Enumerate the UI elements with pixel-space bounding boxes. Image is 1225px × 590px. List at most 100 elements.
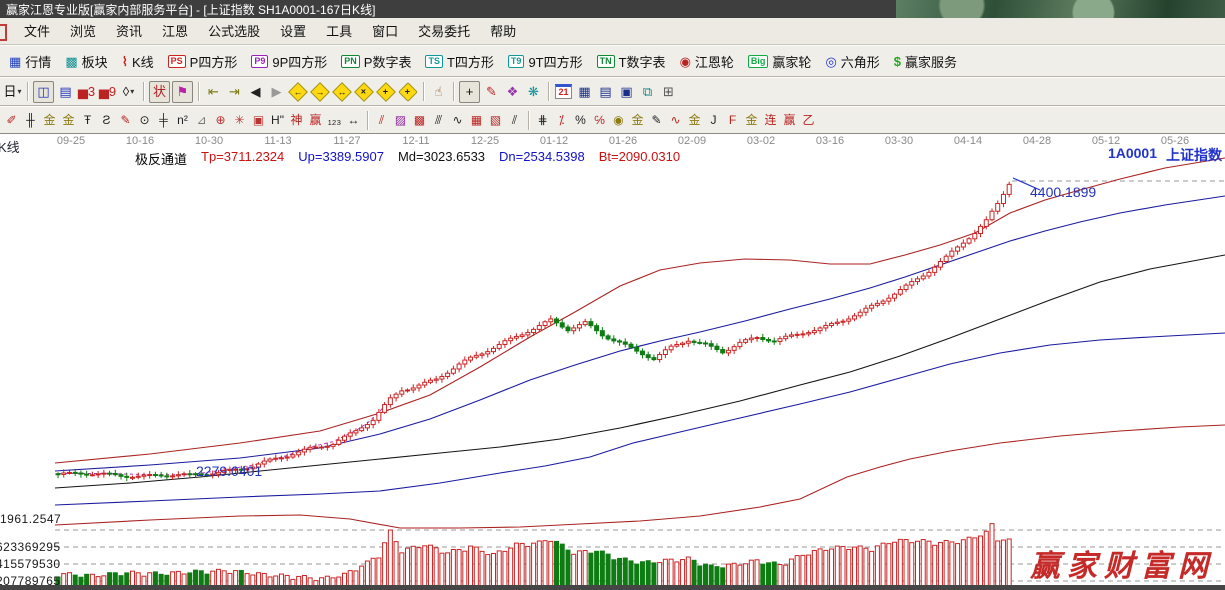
hand-tool-icon[interactable]: ☝ [429, 82, 448, 102]
expand-all-icon[interactable]: + [376, 81, 396, 102]
gann-box-icon[interactable]: ▨ [392, 110, 409, 130]
j-angle-icon[interactable]: J [705, 110, 722, 130]
toolbar-button-p-square[interactable]: PS P四方形 [161, 49, 245, 73]
window-title-area[interactable]: 赢家江恩专业版[赢家内部服务平台] - [上证指数 SH1A0001-167日K… [0, 0, 896, 18]
wave-tool-icon[interactable]: ∿ [667, 110, 684, 130]
bars-3-icon[interactable]: ▅3 [77, 82, 96, 102]
pan-right-icon[interactable]: → [310, 81, 330, 102]
gold-ruler-icon[interactable]: 金 [41, 110, 58, 130]
menu-item-news[interactable]: 资讯 [106, 19, 152, 44]
boxed-star-icon[interactable]: ▣ [250, 110, 267, 130]
menu-item-formula-stock-pick[interactable]: 公式选股 [198, 19, 270, 44]
compass-icon[interactable]: ⊕ [212, 110, 229, 130]
kline-chart[interactable]: 09-25 10-16 10-30 11-13 11-27 12-11 12-25 01-12… [0, 134, 1225, 590]
f-ruler-icon[interactable]: Ŧ [79, 110, 96, 130]
starburst-icon[interactable]: ✳ [231, 110, 248, 130]
gold-angle2-icon[interactable]: 金 [743, 110, 760, 130]
gold-angle-icon[interactable]: 金 [686, 110, 703, 130]
price-scale-icon[interactable]: ⋕ [534, 110, 551, 130]
toolbar-button-t-digit-table[interactable]: TN T数字表 [590, 49, 673, 73]
memo-icon[interactable]: ▤ [56, 82, 75, 102]
menu-item-window[interactable]: 窗口 [362, 19, 408, 44]
notes-icon[interactable]: ▤ [596, 82, 615, 102]
trend-angles-icon[interactable]: ⫻ [430, 110, 447, 130]
percent-retrace-icon[interactable]: ⁒ [553, 110, 570, 130]
gann-tools-icon[interactable]: ❖ [503, 82, 522, 102]
chart-box-icon[interactable]: ▧ [487, 110, 504, 130]
kline-chart-canvas[interactable] [0, 134, 1225, 590]
spiral-ruler-icon[interactable]: Ƨ [98, 110, 115, 130]
h-marks-icon[interactable]: Η" [269, 110, 286, 130]
toolbar-button-t-square[interactable]: TS T四方形 [418, 49, 500, 73]
save-icon[interactable]: ▣ [617, 82, 636, 102]
ruler-123-icon[interactable]: ₁₂₃ [326, 110, 343, 130]
lian-angle-icon[interactable]: 连 [762, 110, 779, 130]
percent-icon[interactable]: % [572, 110, 589, 130]
toolbar-button-kline[interactable]: ⌇ K线 [115, 49, 161, 73]
toolbar-button-winner-wheel[interactable]: Big 赢家轮 [741, 49, 819, 73]
menu-item-tools[interactable]: 工具 [316, 19, 362, 44]
zhuang-tool-icon[interactable]: 状 [149, 80, 170, 103]
calendar-icon[interactable]: 21 [554, 82, 573, 102]
toolbar-button-9p-square[interactable]: P9 9P四方形 [244, 49, 334, 73]
channel-info-line: 极反通道 Tp=3711.2324 Up=3389.5907 Md=3023.6533… [135, 149, 680, 168]
gann-ruler-icon[interactable]: ╫ [22, 110, 39, 130]
pan-left-icon[interactable]: ← [288, 81, 308, 102]
zigzag-icon[interactable]: ∿ [449, 110, 466, 130]
shen-tool-icon[interactable]: 神 [288, 110, 305, 130]
gann-grid-icon[interactable]: ▩ [411, 110, 428, 130]
toolbar-button-hexagon[interactable]: ◎ 六角形 [818, 49, 886, 73]
fan-lines-icon[interactable]: ⫽ [373, 110, 390, 130]
workstation-icon[interactable]: ⊞ [659, 82, 678, 102]
brush-tool-icon[interactable]: ✐ [3, 110, 20, 130]
first-page-icon[interactable]: ⇤ [204, 82, 223, 102]
flag-icon[interactable]: ⚑ [172, 80, 193, 103]
gold-line-icon[interactable]: 金 [629, 110, 646, 130]
menu-item-help[interactable]: 帮助 [480, 19, 526, 44]
grid-tool-icon[interactable]: ▦ [468, 110, 485, 130]
prev-page-icon[interactable]: ◀ [246, 82, 265, 102]
ying-tool-icon[interactable]: 赢 [307, 110, 324, 130]
fit-all-icon[interactable]: + [398, 81, 418, 102]
compress-icon[interactable]: × [354, 81, 374, 102]
toolbar-button-gann-wheel[interactable]: ◉ 江恩轮 [673, 49, 741, 73]
parallel-lines-icon[interactable]: ⫽ [506, 110, 523, 130]
angle-mirror-icon[interactable]: ⊿ [193, 110, 210, 130]
f-angle-icon[interactable]: F [724, 110, 741, 130]
period-day-selector[interactable]: 日 ▾ [3, 82, 22, 102]
angle-pen-icon[interactable]: ✎ [482, 82, 501, 102]
tick-ruler-icon[interactable]: ╪ [155, 110, 172, 130]
cycle-circle-icon[interactable]: ⊙ [136, 110, 153, 130]
menu-item-trade-order[interactable]: 交易委托 [408, 19, 480, 44]
yi-tool-icon[interactable]: 乙 [800, 110, 817, 130]
toolbar-button-p-digit-table[interactable]: PN P数字表 [334, 49, 418, 73]
toolbar-button-quotes[interactable]: ▦ 行情 [2, 49, 58, 73]
send-icon[interactable]: ⧉ [638, 82, 657, 102]
ying-angle-icon[interactable]: 赢 [781, 110, 798, 130]
h-span-arrow-icon[interactable]: ↔ [345, 110, 362, 130]
next-page-icon[interactable]: ▶ [267, 82, 286, 102]
calculator-icon[interactable]: ▦ [575, 82, 594, 102]
last-page-icon[interactable]: ⇥ [225, 82, 244, 102]
crosshair-tool-icon[interactable]: + [459, 80, 480, 103]
percent-line-icon[interactable]: ℅ [591, 110, 608, 130]
ink-pen-icon[interactable]: ✎ [648, 110, 665, 130]
memo-icon-glyph: ▤ [59, 84, 72, 99]
menu-item-gann[interactable]: 江恩 [152, 19, 198, 44]
menu-item-file[interactable]: 文件 [14, 19, 60, 44]
nav-separator [548, 82, 549, 101]
cycle-tools-icon[interactable]: ❋ [524, 82, 543, 102]
menu-item-settings[interactable]: 设置 [270, 19, 316, 44]
gold-circle-icon[interactable]: ◉ [610, 110, 627, 130]
candle-style-selector[interactable]: ◊ ▾ [119, 82, 138, 102]
pattern-window-icon[interactable]: ◫ [33, 80, 54, 103]
toolbar-button-winner-service[interactable]: $ 赢家服务 [887, 49, 964, 73]
gold-ruler2-icon[interactable]: 金 [60, 110, 77, 130]
expand-h-icon[interactable]: ↔ [332, 81, 352, 102]
toolbar-button-9t-square[interactable]: T9 9T四方形 [501, 49, 590, 73]
menu-item-browse[interactable]: 浏览 [60, 19, 106, 44]
toolbar-button-sectors[interactable]: ▩ 板块 [58, 49, 114, 73]
pen-ruler-icon[interactable]: ✎ [117, 110, 134, 130]
bars-9-icon[interactable]: ▅9 [98, 82, 117, 102]
n2-ruler-icon[interactable]: n² [174, 110, 191, 130]
